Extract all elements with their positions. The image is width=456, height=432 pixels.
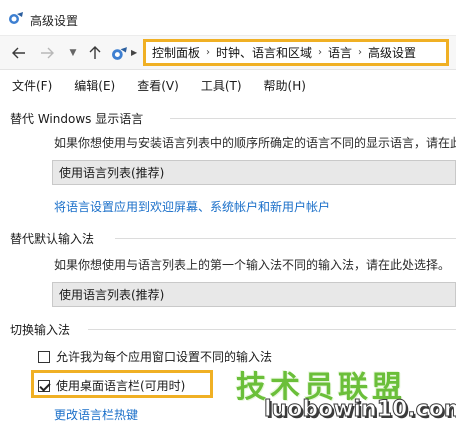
input-method-heading: 替代默认输入法: [10, 232, 95, 246]
breadcrumb-clock-language-region[interactable]: 时钟、语言和区域: [216, 44, 312, 61]
per-app-input-method-label: 允许我为每个应用窗口设置不同的输入法: [56, 350, 273, 364]
chevron-right-icon[interactable]: ›: [206, 47, 210, 58]
desktop-language-bar-label: 使用桌面语言栏(可用时): [56, 379, 186, 393]
breadcrumb-control-panel[interactable]: 控制面板: [152, 44, 200, 61]
arrow-left-icon: [12, 47, 25, 59]
window-title: 高级设置: [30, 14, 79, 28]
menu-file[interactable]: 文件(F): [8, 75, 56, 96]
switching-heading: 切换输入法: [10, 323, 71, 337]
display-language-selected: 使用语言列表(推荐): [59, 166, 165, 180]
menu-view[interactable]: 查看(V): [133, 75, 183, 96]
chevron-right-icon[interactable]: ›: [318, 47, 322, 58]
per-app-input-method-checkbox[interactable]: [38, 350, 50, 363]
apply-language-settings-link[interactable]: 将语言设置应用到欢迎屏幕、系统帐户和新用户帐户: [54, 198, 330, 215]
breadcrumb-advanced-settings[interactable]: 高级设置: [368, 44, 416, 61]
input-method-description: 如果你想使用与语言列表上的第一个输入法不同的输入法，请在此处选择。: [54, 258, 451, 272]
display-language-heading: 替代 Windows 显示语言: [10, 112, 144, 126]
forward-button[interactable]: [38, 44, 56, 62]
chevron-down-icon: ▼: [69, 48, 77, 58]
arrow-up-icon: [89, 46, 101, 59]
breadcrumb-language[interactable]: 语言: [328, 44, 352, 61]
watermark-url: luobowin10.com: [264, 397, 456, 423]
desktop-language-bar-option[interactable]: 使用桌面语言栏(可用时): [38, 377, 185, 394]
menu-tools[interactable]: 工具(T): [197, 75, 246, 96]
watermark-title: 技术员联盟: [236, 370, 406, 405]
divider: [170, 118, 456, 119]
chevron-right-icon[interactable]: ▶: [131, 48, 137, 57]
change-language-bar-hotkeys-link[interactable]: 更改语言栏热键: [54, 406, 138, 423]
menu-edit[interactable]: 编辑(E): [70, 75, 119, 96]
divider: [88, 329, 456, 330]
menu-bar: 文件(F) 编辑(E) 查看(V) 工具(T) 帮助(H): [0, 72, 456, 98]
desktop-language-bar-checkbox[interactable]: [38, 379, 50, 392]
title-bar: 高级设置: [0, 0, 456, 36]
menu-help[interactable]: 帮助(H): [260, 75, 310, 96]
arrow-right-icon: [41, 47, 54, 59]
watermark: 技术员联盟 luobowin10.com: [222, 362, 456, 432]
control-panel-icon: [9, 12, 23, 24]
divider: [115, 238, 456, 239]
input-method-select[interactable]: 使用语言列表(推荐): [52, 282, 456, 307]
navigation-bar: ▼ ▶ 控制面板 › 时钟、语言和区域 › 语言 › 高级设置: [0, 36, 456, 70]
address-bar[interactable]: 控制面板 › 时钟、语言和区域 › 语言 › 高级设置: [143, 39, 449, 66]
up-button[interactable]: [86, 44, 104, 62]
back-button[interactable]: [10, 44, 28, 62]
display-language-description: 如果你想使用与安装语言列表中的顺序所确定的语言不同的显示语言，请在此: [54, 136, 456, 150]
recent-locations-button[interactable]: ▼: [64, 44, 82, 62]
per-app-input-method-option[interactable]: 允许我为每个应用窗口设置不同的输入法: [38, 348, 272, 365]
display-language-select[interactable]: 使用语言列表(推荐): [52, 160, 456, 185]
chevron-right-icon[interactable]: ›: [358, 47, 362, 58]
input-method-selected: 使用语言列表(推荐): [59, 288, 165, 302]
control-panel-location-icon: [112, 47, 127, 60]
